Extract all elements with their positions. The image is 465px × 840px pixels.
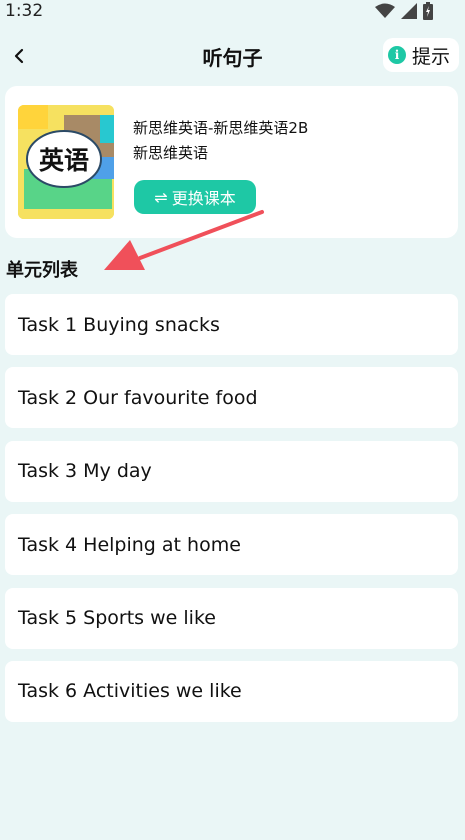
info-icon: i bbox=[387, 46, 406, 64]
header: 听句子 i 提示 bbox=[0, 36, 465, 76]
change-book-button[interactable]: ⇌ 更换课本 bbox=[134, 180, 256, 214]
list-item[interactable]: Task 3 My day bbox=[5, 440, 458, 502]
tip-label: 提示 bbox=[411, 45, 450, 68]
list-item[interactable]: Task 6 Activities we like bbox=[5, 660, 458, 722]
unit-list-title: 单元列表 bbox=[6, 260, 78, 281]
status-bar: 1:32 bbox=[0, 0, 465, 24]
wifi-icon bbox=[375, 3, 395, 18]
list-item[interactable]: Task 5 Sports we like bbox=[5, 587, 458, 649]
book-card: 英语 新思维英语-新思维英语2B 新思维英语 ⇌ 更换课本 bbox=[5, 86, 458, 238]
book-title: 新思维英语-新思维英语2B bbox=[133, 119, 309, 137]
change-book-label: 更换课本 bbox=[171, 189, 236, 208]
list-item[interactable]: Task 1 Buying snacks bbox=[5, 294, 458, 355]
status-time: 1:32 bbox=[5, 1, 44, 21]
tip-button[interactable]: i 提示 bbox=[382, 38, 459, 72]
list-item[interactable]: Task 2 Our favourite food bbox=[5, 367, 458, 429]
unit-list: Task 1 Buying snacks Task 2 Our favourit… bbox=[5, 294, 458, 734]
cellular-icon bbox=[401, 3, 417, 19]
list-item[interactable]: Task 4 Helping at home bbox=[5, 514, 458, 576]
battery-icon bbox=[423, 2, 433, 20]
book-cover[interactable]: 英语 bbox=[18, 105, 114, 219]
book-cover-text: 英语 bbox=[39, 146, 89, 175]
book-subtitle: 新思维英语 bbox=[133, 144, 209, 162]
status-icons bbox=[375, 2, 433, 20]
swap-icon: ⇌ bbox=[154, 187, 168, 207]
